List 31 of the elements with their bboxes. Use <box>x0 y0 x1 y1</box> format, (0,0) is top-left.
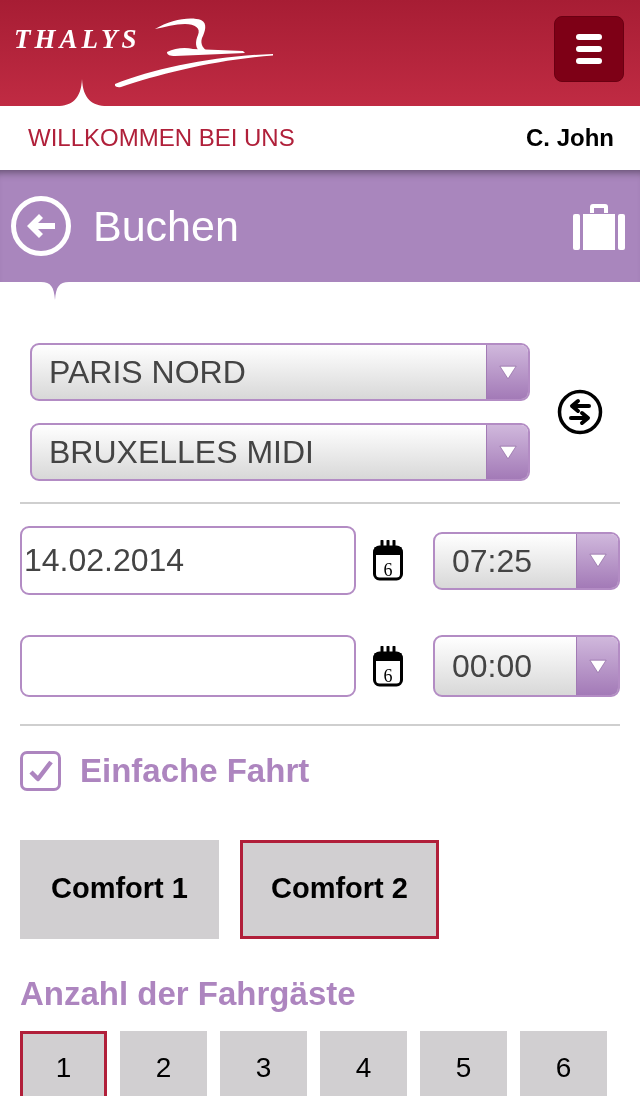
swap-icon[interactable] <box>557 389 603 435</box>
passenger-count-button[interactable]: 1 <box>20 1030 107 1096</box>
class-option-button[interactable]: Comfort 2 <box>240 839 439 939</box>
passenger-count-button[interactable]: 6 <box>520 1030 607 1096</box>
caret-icon <box>576 637 618 695</box>
caret-icon <box>486 345 528 399</box>
menu-icon <box>576 34 602 64</box>
passenger-count-button[interactable]: 5 <box>420 1030 507 1096</box>
passenger-count-button[interactable]: 4 <box>320 1030 407 1096</box>
back-icon[interactable] <box>11 196 71 256</box>
station-select[interactable]: PARIS NORD <box>30 343 530 401</box>
checkbox-label: Einfache Fahrt <box>80 751 310 791</box>
check-icon <box>28 759 53 782</box>
time-select[interactable]: 00:00 <box>433 635 620 697</box>
menu-button[interactable] <box>554 16 624 82</box>
date-field[interactable]: 14.02.2014 <box>20 526 356 595</box>
page-title: Buchen <box>93 204 239 248</box>
welcome-text: WILLKOMMEN BEI UNS <box>28 123 295 153</box>
class-option-button[interactable]: Comfort 1 <box>20 839 219 939</box>
briefcase-icon[interactable] <box>573 202 625 250</box>
time-select[interactable]: 07:25 <box>433 531 620 590</box>
logo-wordmark: THALYS <box>14 26 141 53</box>
passenger-count-button[interactable]: 2 <box>120 1030 207 1096</box>
caret-icon <box>576 533 618 588</box>
station-select[interactable]: BRUXELLES MIDI <box>30 423 530 481</box>
section-heading: Anzahl der Fahrgäste <box>20 974 357 1013</box>
checkbox[interactable] <box>20 750 61 791</box>
caret-icon <box>486 425 528 479</box>
passenger-count-button[interactable]: 3 <box>220 1030 307 1096</box>
user-name: C. John <box>526 123 614 153</box>
date-field[interactable] <box>20 635 356 697</box>
